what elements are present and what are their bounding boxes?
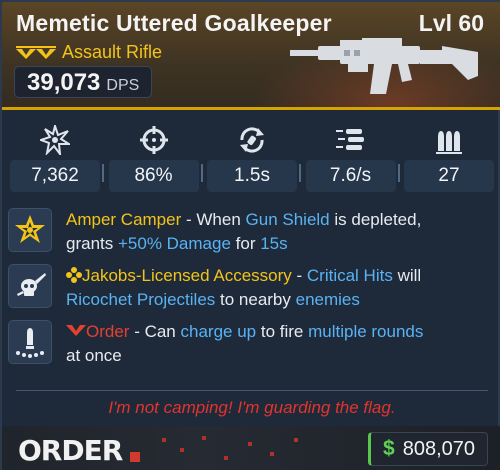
- price-value: 808,070: [402, 437, 475, 460]
- stat-magazine-value: 27: [404, 160, 494, 192]
- crosshair-icon: [139, 126, 168, 154]
- stat-accuracy-value: 86%: [108, 160, 199, 192]
- perk-jakobs-accessory: Jakobs-Licensed Accessory - Critical Hit…: [8, 264, 496, 312]
- stat-damage: 7,362: [10, 122, 104, 194]
- perk-title: Order: [86, 322, 130, 341]
- star-badge-icon: [15, 215, 45, 243]
- rarity-chevrons-icon: [16, 45, 56, 59]
- rarity-row: Assault Rifle: [16, 42, 162, 63]
- currency-icon: $: [383, 437, 395, 460]
- dps-box: 39,073 DPS: [14, 66, 153, 98]
- jakobs-flower-icon: [66, 267, 82, 283]
- keyword-charge-up: charge up: [180, 322, 257, 341]
- stat-fire-rate-value: 7.6/s: [305, 160, 396, 192]
- flavor-text: I'm not camping! I'm guarding the flag.: [108, 398, 396, 417]
- perk-title: Jakobs-Licensed Accessory: [82, 266, 292, 285]
- manufacturer-mark: [130, 452, 140, 462]
- order-chevron-icon: [66, 325, 86, 336]
- order-firing-icon: [16, 328, 44, 358]
- perk-description: Jakobs-Licensed Accessory - Critical Hit…: [66, 266, 422, 309]
- stat-reload: 1.5s: [207, 122, 301, 194]
- perk-order: Order - Can charge up to fire multiple r…: [8, 320, 496, 368]
- stat-magazine: 27: [404, 122, 494, 194]
- item-header: Memetic Uttered Goalkeeper Lvl 60 Assaul…: [2, 2, 500, 110]
- reload-icon: [240, 127, 264, 153]
- price-box: $ 808,070: [368, 432, 488, 466]
- dps-label: DPS: [106, 77, 140, 94]
- perk-title: Amper Camper: [66, 210, 182, 229]
- perk-description: Amper Camper - When Gun Shield is deplet…: [66, 210, 422, 253]
- stat-damage-value: 7,362: [10, 160, 100, 192]
- stat-accuracy: 86%: [108, 122, 203, 194]
- fire-rate-icon: [335, 129, 364, 150]
- perk-amper-camper: Amper Camper - When Gun Shield is deplet…: [8, 208, 496, 256]
- manufacturer-logo: ORDER: [18, 434, 123, 467]
- keyword-damage: +50% Damage: [117, 234, 231, 253]
- keyword-duration: 15s: [260, 234, 288, 253]
- item-card: Memetic Uttered Goalkeeper Lvl 60 Assaul…: [0, 0, 500, 470]
- weapon-type: Assault Rifle: [62, 42, 163, 62]
- divider: [16, 390, 488, 391]
- keyword-ricochet: Ricochet Projectiles: [66, 290, 216, 309]
- keyword-enemies: enemies: [295, 290, 360, 309]
- assault-rifle-icon: [290, 38, 478, 94]
- dps-value: 39,073: [27, 69, 101, 96]
- stat-fire-rate: 7.6/s: [305, 122, 400, 194]
- perk-description: Order - Can charge up to fire multiple r…: [66, 322, 424, 365]
- magazine-icon: [436, 131, 462, 154]
- skull-icon: [17, 273, 46, 296]
- keyword-gun-shield: Gun Shield: [245, 210, 330, 229]
- item-footer: ORDER $ 808,070: [2, 426, 500, 470]
- stat-reload-value: 1.5s: [207, 160, 297, 192]
- damage-burst-icon: [40, 125, 70, 155]
- keyword-critical-hits: Critical Hits: [306, 266, 393, 285]
- keyword-multiple-rounds: multiple rounds: [308, 322, 424, 341]
- stats-row: 7,362 86% 1.5s 7.6/s 27: [10, 122, 494, 194]
